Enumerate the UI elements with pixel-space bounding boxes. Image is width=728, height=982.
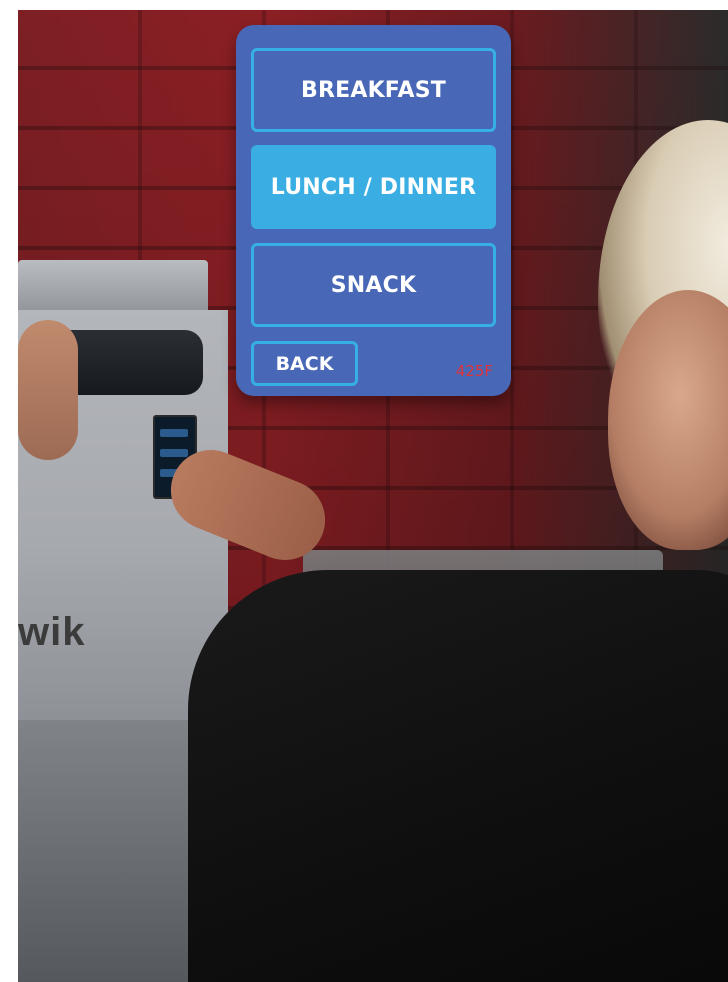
lunch-dinner-button[interactable]: LUNCH / DINNER [251, 145, 496, 229]
back-button[interactable]: BACK [251, 341, 358, 386]
oven-screen-button [160, 449, 188, 457]
breakfast-button[interactable]: BREAKFAST [251, 48, 496, 132]
person-shirt [188, 570, 728, 982]
oven-screen-button [160, 429, 188, 437]
oven-brand-text: wik [18, 610, 86, 654]
meal-selection-panel: BREAKFAST LUNCH / DINNER SNACK BACK 425F [236, 25, 511, 396]
snack-button[interactable]: SNACK [251, 243, 496, 327]
temperature-readout: 425F [455, 362, 493, 380]
hand-on-handle [18, 320, 78, 460]
